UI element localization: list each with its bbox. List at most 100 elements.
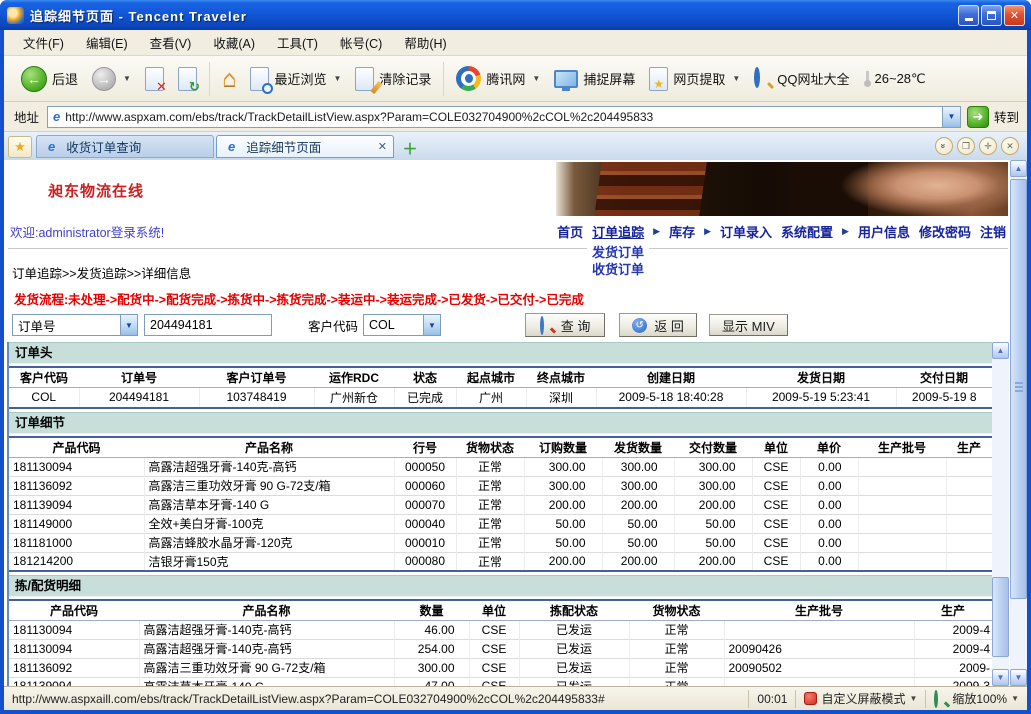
column-header: 生产批号 [724,600,914,620]
close-button[interactable]: ✕ [1004,5,1025,26]
main-nav: 首页 订单追踪 ▶ 库存 ▶ 订单录入 系统配置 ▶ 用户信息 修改密码 注销 [557,222,1006,241]
scrollbar-thumb[interactable] [992,577,1009,657]
new-tab-button[interactable]: ＋ [400,138,420,158]
table-cell: 已发运 [519,620,629,639]
nav-order-entry[interactable]: 订单录入 [720,222,772,241]
go-button[interactable]: ➜ [967,106,989,128]
refresh-button[interactable]: ↻ [171,60,204,98]
search-button[interactable]: 查 询 [525,313,605,337]
home-button[interactable]: ⌂ [215,60,244,98]
nav-change-password[interactable]: 修改密码 [919,222,971,241]
table-cell: 已发运 [519,639,629,658]
address-input[interactable]: e http://www.aspxam.com/ebs/track/TrackD… [47,106,961,128]
menu-favorites[interactable]: 收藏(A) [202,33,266,52]
table-row: 181139094高露洁草本牙膏-140 G47.00CSE已发运正常2009-… [9,677,992,686]
title-bar: 追踪细节页面 - Tencent Traveler ✕ [0,0,1031,30]
plus-icon: ＋ [402,138,417,159]
tab-receive-order-query[interactable]: e 收货订单查询 [36,135,214,158]
block-mode-control[interactable]: 自定义屏蔽模式 ▼ [795,690,925,708]
process-flow-text: 发货流程:未处理->配货中->配货完成->拣货中->拣货完成->装运中->装运完… [14,289,584,308]
back-icon: ← [21,66,47,92]
scroll-up-button[interactable]: ▲ [992,342,1009,359]
collapse-tabs-button[interactable]: » [935,137,953,155]
table-cell [858,457,946,476]
tencent-site-button[interactable]: 腾讯网 ▼ [449,60,547,98]
nav-order-tracking[interactable]: 订单追踪 [592,222,644,241]
menu-help[interactable]: 帮助(H) [393,33,457,52]
table-cell: 200.00 [602,552,674,571]
table-cell: 已完成 [394,387,456,408]
close-tab-group-button[interactable]: ✕ [1001,137,1019,155]
scrollbar-thumb[interactable] [1010,179,1027,599]
table-cell: 300.00 [394,658,469,677]
submenu-receive-order[interactable]: 收货订单 [587,261,649,278]
menu-account[interactable]: 帐号(C) [329,33,393,52]
favorites-button[interactable]: ★ [8,136,32,158]
recent-browse-button[interactable]: 最近浏览 ▼ [243,60,348,98]
forward-button[interactable]: → ▼ [85,60,138,98]
tab-close-icon[interactable]: ✕ [378,140,387,153]
table-cell: 000010 [394,533,456,552]
menu-edit[interactable]: 编辑(E) [75,33,139,52]
column-header: 终点城市 [526,367,596,387]
scroll-up-button[interactable]: ▲ [1010,160,1027,177]
table-cell: 000040 [394,514,456,533]
order-number-input[interactable] [144,314,272,336]
table-cell: 000070 [394,495,456,514]
pin-button[interactable]: ✛ [979,137,997,155]
nav-logout[interactable]: 注销 [980,222,1006,241]
customer-code-value: COL [364,318,423,332]
tab-tracking-detail[interactable]: e 追踪细节页面 ✕ [216,135,394,158]
table-cell: 300.00 [602,476,674,495]
stop-button[interactable]: ✕ [138,60,171,98]
menu-tools[interactable]: 工具(T) [266,33,329,52]
field-select[interactable]: 订单号 ▼ [12,314,138,336]
restore-window-button[interactable]: ❐ [957,137,975,155]
address-dropdown-button[interactable]: ▼ [942,107,960,127]
minimize-button[interactable] [958,5,979,26]
table-cell: 正常 [456,533,524,552]
table-cell: CSE [752,552,800,571]
table-cell: 181214200 [9,552,144,571]
nav-inventory[interactable]: 库存 [669,222,695,241]
page-zoom-control[interactable]: 缩放100% ▼ [925,690,1027,708]
qq-logo-icon [456,66,481,91]
tab-label: 追踪细节页面 [246,137,321,156]
qq-sites-button[interactable]: QQ网址大全 [747,60,856,98]
maximize-button[interactable] [981,5,1002,26]
frame-scrollbar[interactable]: ▲ ▼ [992,342,1009,686]
filter-bar: 订单号 ▼ 客户代码 COL ▼ 查 询 ↺ 返 回 [12,312,788,338]
table-cell: CSE [469,658,519,677]
scroll-down-button[interactable]: ▼ [992,669,1009,686]
column-header: 客户代码 [9,367,79,387]
nav-system-config[interactable]: 系统配置 [781,222,833,241]
table-cell: 181149000 [9,514,144,533]
section-order-detail: 订单细节 [9,412,992,434]
table-cell: 46.00 [394,620,469,639]
table-row: 181139094高露洁草本牙膏-140 G000070正常200.00200.… [9,495,992,514]
chevron-right-icon: ▶ [704,226,711,237]
scroll-down-button[interactable]: ▼ [1010,669,1027,686]
shield-icon [804,692,817,705]
return-button[interactable]: ↺ 返 回 [619,313,697,337]
show-miv-button[interactable]: 显示 MIV [709,314,788,336]
clear-records-button[interactable]: 清除记录 [348,60,438,98]
back-button[interactable]: ← 后退 [14,60,85,98]
web-extract-button[interactable]: ★ 网页提取 ▼ [642,60,747,98]
nav-home[interactable]: 首页 [557,222,583,241]
menu-file[interactable]: 文件(F) [12,33,75,52]
capture-screen-button[interactable]: 捕捉屏幕 [547,60,642,98]
submenu-ship-order[interactable]: 发货订单 [587,244,649,261]
table-cell: 300.00 [524,457,602,476]
nav-user-info[interactable]: 用户信息 [858,222,910,241]
column-header: 行号 [394,437,456,457]
table-cell: 50.00 [674,514,752,533]
page-scrollbar[interactable]: ▲ ▼ [1010,160,1027,686]
forward-icon: → [92,67,116,91]
weather-widget[interactable]: 26~28℃ [857,60,933,98]
customer-code-select[interactable]: COL ▼ [363,314,441,336]
banner-photo-face [819,162,1008,216]
column-header: 发货数量 [602,437,674,457]
table-cell: 正常 [456,476,524,495]
menu-view[interactable]: 查看(V) [139,33,203,52]
